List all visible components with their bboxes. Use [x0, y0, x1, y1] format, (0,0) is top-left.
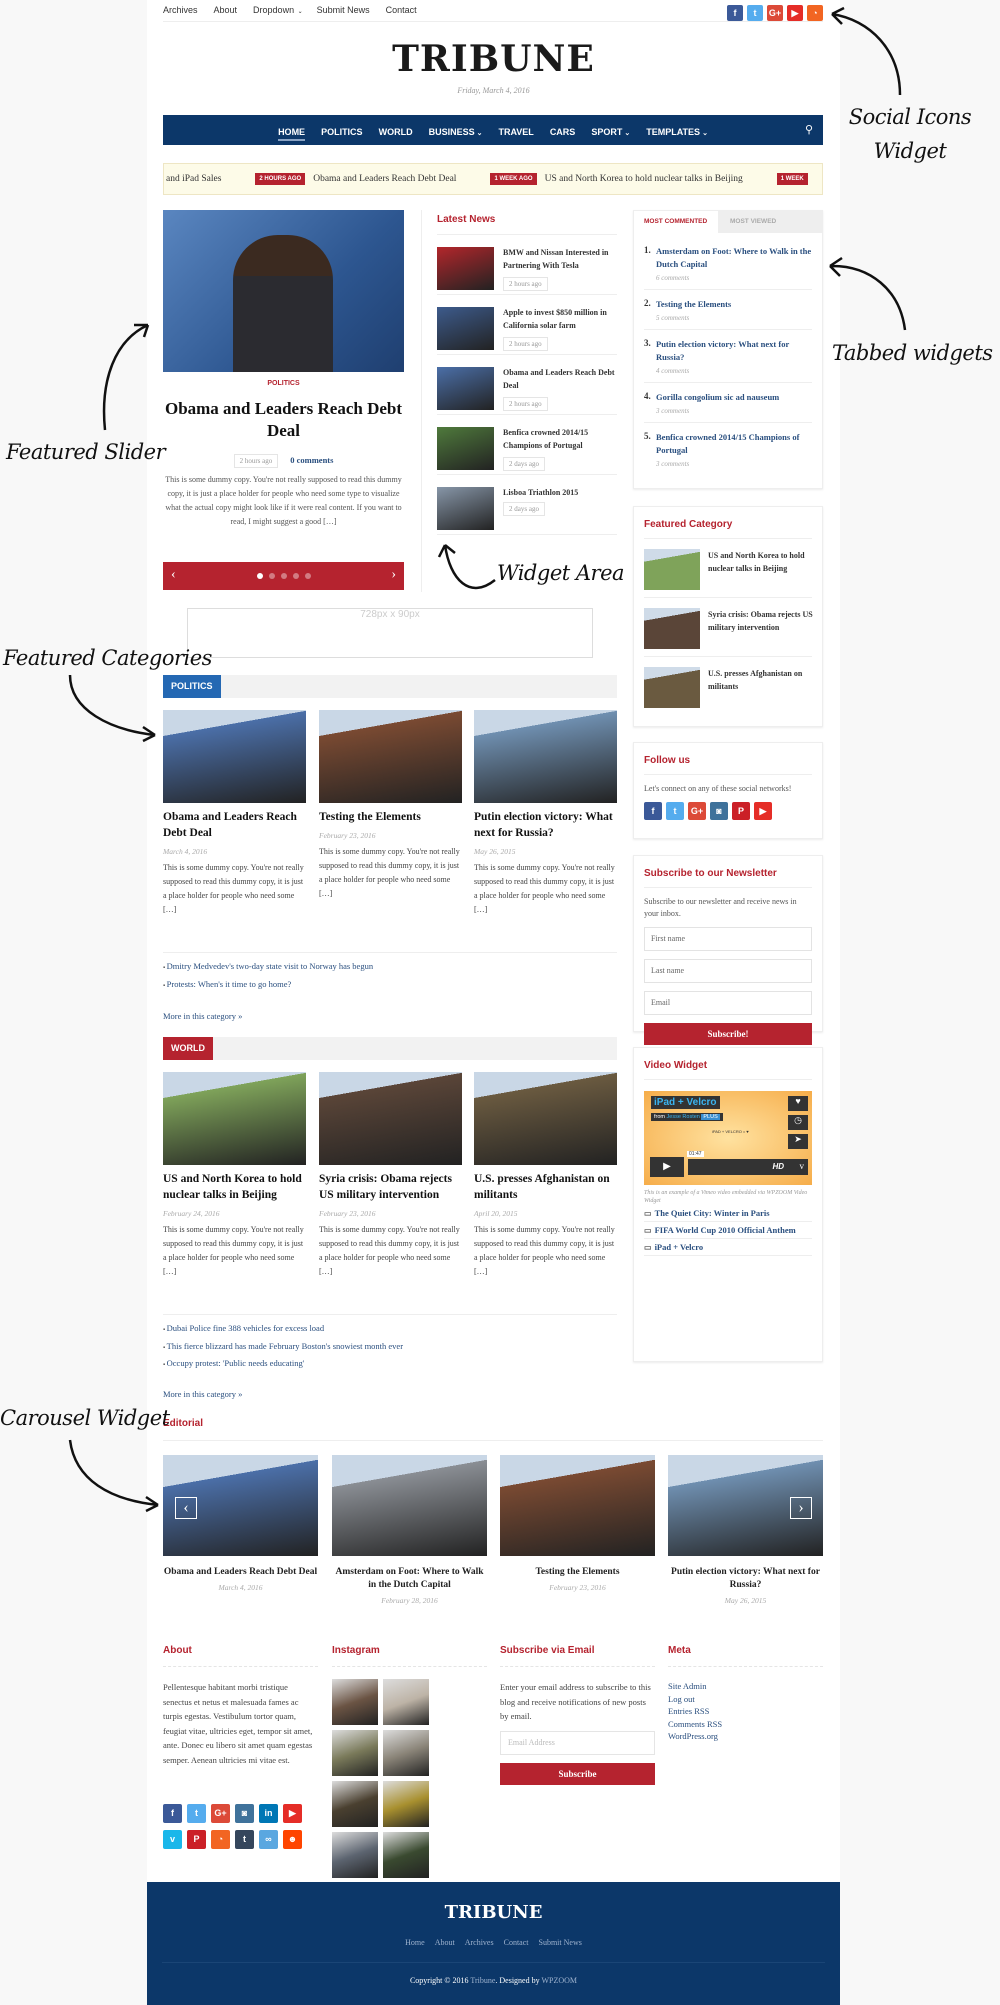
arrow-icon — [68, 674, 156, 743]
arrow-icon — [68, 1439, 159, 1513]
annotation-arrows — [68, 6, 907, 1513]
arrow-icon — [831, 6, 902, 96]
arrow-icon — [437, 544, 496, 590]
arrow-icon — [102, 323, 150, 431]
arrow-icon — [829, 256, 907, 331]
